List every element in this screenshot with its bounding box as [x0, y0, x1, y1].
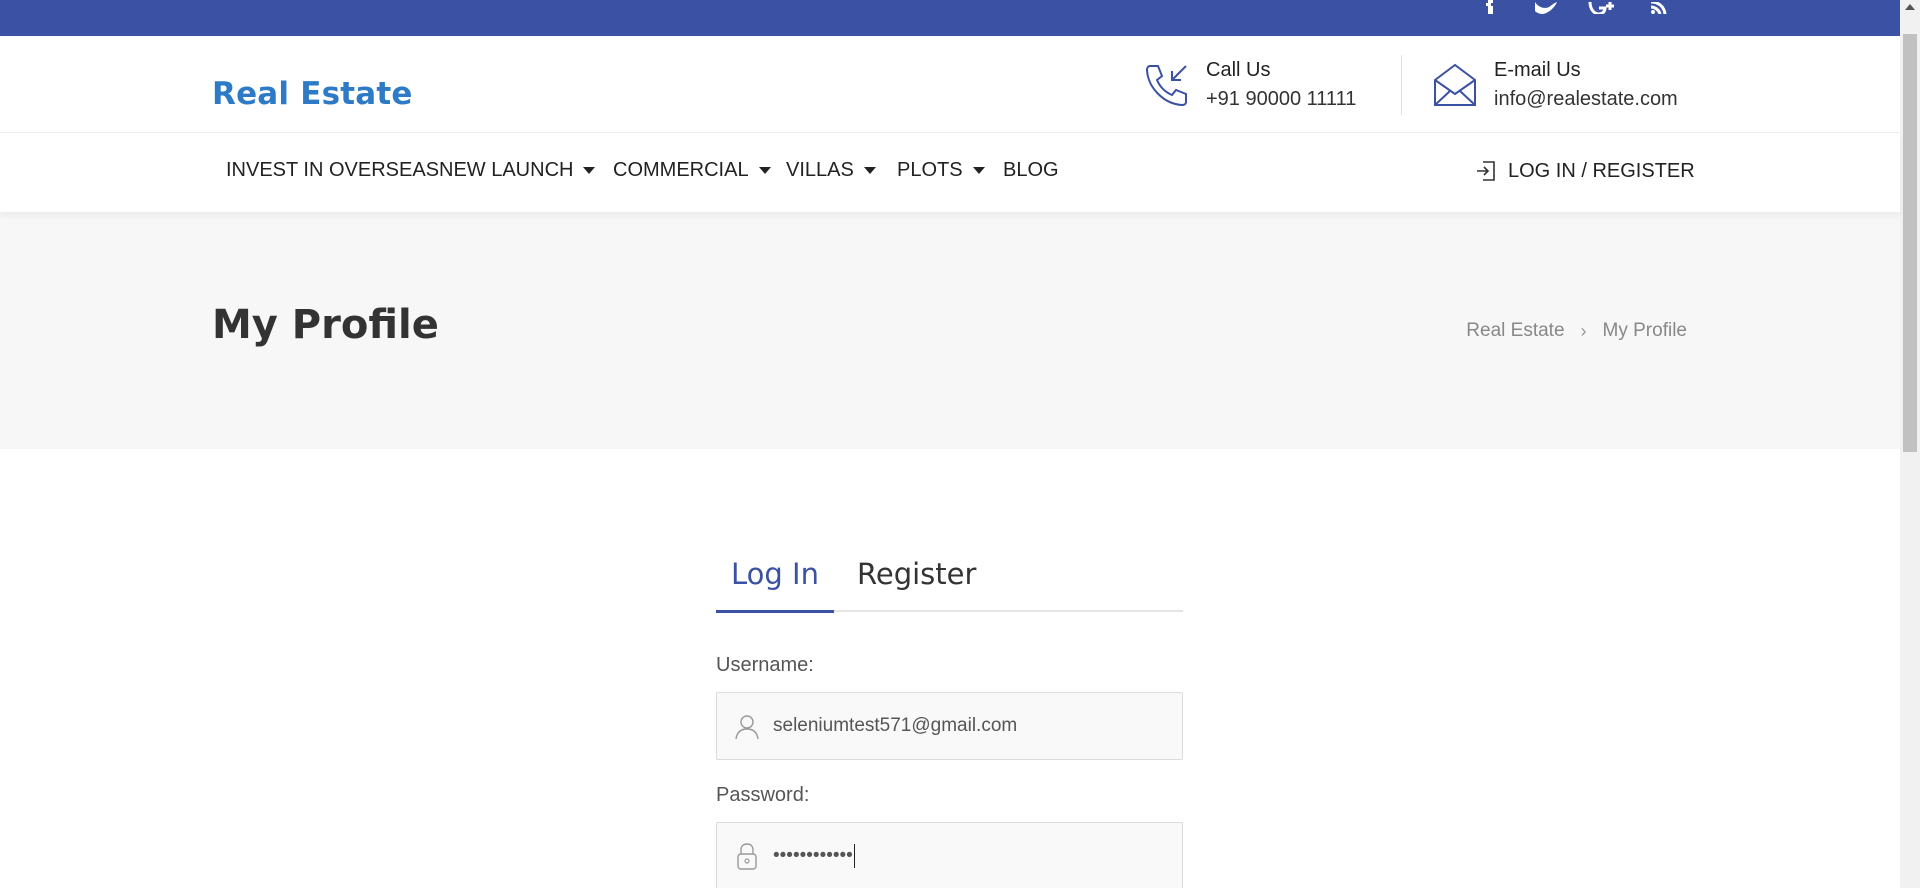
- sign-in-icon: [1477, 161, 1495, 181]
- lock-icon: [737, 843, 757, 870]
- nav-plots[interactable]: PLOTS: [897, 159, 985, 182]
- header-divider: [1401, 55, 1402, 115]
- login-register-label: LOG IN / REGISTER: [1508, 159, 1695, 182]
- twitter-icon[interactable]: [1535, 0, 1557, 14]
- password-value: ••••••••••••: [773, 845, 853, 866]
- email-us-address[interactable]: info@realestate.com: [1494, 84, 1678, 114]
- login-register-link[interactable]: LOG IN / REGISTER: [1474, 159, 1695, 183]
- envelope-open-icon: [1434, 63, 1476, 106]
- nav-commercial[interactable]: COMMERCIAL: [613, 159, 771, 182]
- caret-down-icon: [583, 167, 596, 174]
- nav-label: BLOG: [1003, 159, 1059, 181]
- email-us-title: E-mail Us: [1494, 59, 1581, 81]
- username-label: Username:: [716, 654, 814, 676]
- breadcrumb: Real Estate › My Profile: [1466, 320, 1687, 342]
- breadcrumb-separator-icon: ›: [1580, 320, 1587, 341]
- google-plus-icon[interactable]: [1588, 0, 1616, 14]
- caret-down-icon: [758, 167, 771, 174]
- nav-invest-in-overseas[interactable]: INVEST IN OVERSEAS: [226, 159, 439, 182]
- breadcrumb-current: My Profile: [1602, 320, 1687, 341]
- nav-label: COMMERCIAL: [613, 159, 749, 181]
- email-us-block: E-mail Us info@realestate.com: [1430, 56, 1678, 114]
- top-social-bar: [0, 0, 1900, 36]
- call-us-number[interactable]: +91 90000 11111: [1206, 84, 1356, 114]
- call-us-title: Call Us: [1206, 59, 1271, 81]
- nav-label: VILLAS: [786, 159, 854, 181]
- nav-villas[interactable]: VILLAS: [786, 159, 876, 182]
- nav-label: INVEST IN OVERSEAS: [226, 159, 440, 181]
- password-label: Password:: [716, 784, 810, 806]
- page-title-band: My Profile Real Estate › My Profile: [0, 212, 1900, 449]
- nav-label: NEW LAUNCH: [439, 159, 574, 181]
- auth-tabs: Log In Register: [716, 552, 1183, 613]
- nav-blog[interactable]: BLOG: [1003, 159, 1059, 182]
- text-cursor: [853, 844, 855, 868]
- username-field[interactable]: seleniumtest571@gmail.com: [716, 692, 1183, 760]
- site-header: Real Estate Call Us +91 90000 11111 E-ma…: [0, 36, 1900, 133]
- phone-incoming-icon: [1145, 65, 1187, 107]
- tab-log-in[interactable]: Log In: [716, 552, 834, 613]
- caret-down-icon: [972, 167, 985, 174]
- call-us-block: Call Us +91 90000 11111: [1142, 56, 1356, 114]
- breadcrumb-home[interactable]: Real Estate: [1466, 320, 1564, 342]
- rss-icon[interactable]: [1650, 0, 1668, 14]
- nav-new-launch[interactable]: NEW LAUNCH: [439, 159, 596, 182]
- scroll-up-arrow-icon[interactable]: [1905, 4, 1915, 10]
- tab-register[interactable]: Register: [857, 552, 976, 612]
- page-scrollbar[interactable]: [1900, 0, 1920, 888]
- username-value: seleniumtest571@gmail.com: [773, 715, 1018, 736]
- facebook-icon[interactable]: [1484, 0, 1496, 14]
- main-nav: INVEST IN OVERSEAS NEW LAUNCH COMMERCIAL…: [0, 134, 1900, 212]
- nav-label: PLOTS: [897, 159, 963, 181]
- page-title: My Profile: [212, 302, 439, 348]
- password-field[interactable]: ••••••••••••: [716, 822, 1183, 888]
- caret-down-icon: [863, 167, 876, 174]
- user-icon: [735, 715, 759, 740]
- site-logo[interactable]: Real Estate: [212, 76, 413, 112]
- scroll-thumb[interactable]: [1903, 34, 1917, 452]
